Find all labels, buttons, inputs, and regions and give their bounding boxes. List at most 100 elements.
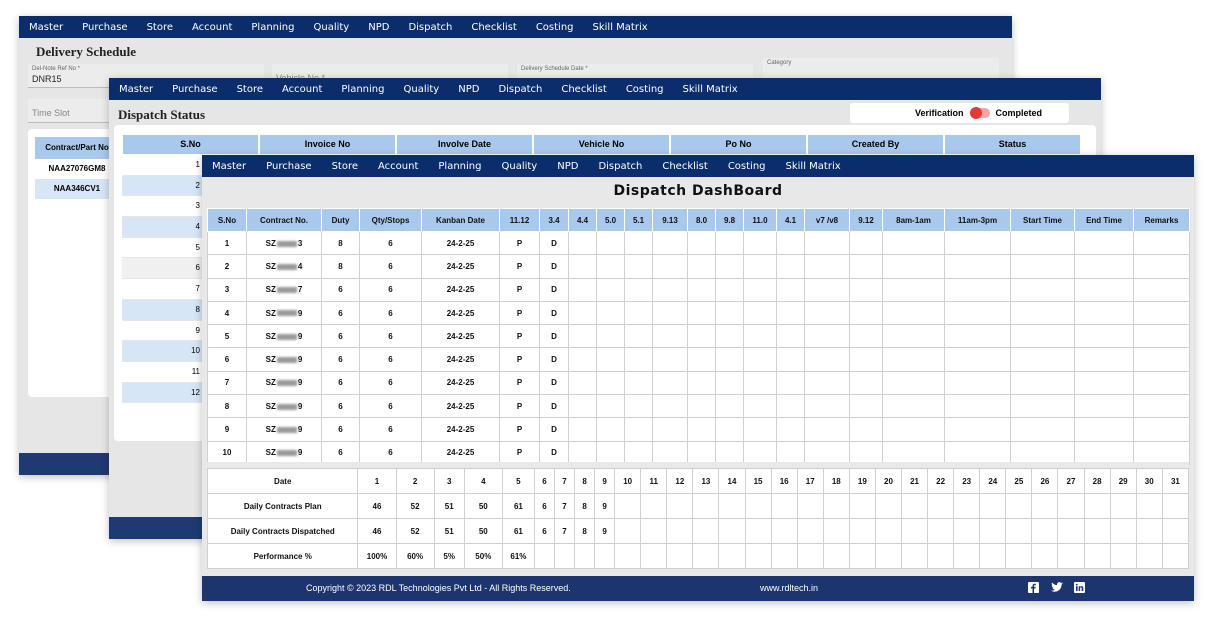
nav-planning[interactable]: Planning — [251, 22, 294, 33]
empty-cell — [715, 370, 744, 396]
empty-cell — [944, 394, 1011, 419]
table-row[interactable]: 12 — [122, 382, 208, 404]
table-row[interactable]: 8 SZ 9 6 6 24-2-25 P D — [207, 394, 1190, 419]
summary-cell — [953, 518, 981, 544]
table-row[interactable]: 8 — [122, 299, 208, 321]
summary-cell: 28 — [1083, 468, 1111, 494]
nav-purchase[interactable]: Purchase — [82, 22, 127, 33]
empty-cell — [882, 230, 945, 256]
nav-planning[interactable]: Planning — [341, 84, 384, 95]
nav-dispatch[interactable]: Dispatch — [408, 22, 452, 33]
facebook-icon[interactable] — [1028, 582, 1039, 593]
part-row[interactable]: NAA346CV1 — [35, 179, 119, 199]
summary-cell: 52 — [395, 493, 435, 519]
contract-suffix: 9 — [297, 448, 303, 458]
table-row[interactable]: 2 — [122, 175, 208, 197]
summary-cell — [770, 543, 798, 569]
website-link[interactable]: www.rdltech.in — [760, 583, 818, 593]
summary-cell — [640, 518, 668, 544]
table-row[interactable]: 3 SZ 7 6 6 24-2-25 P D — [207, 277, 1190, 302]
nav-store[interactable]: Store — [332, 161, 358, 172]
empty-cell — [776, 230, 805, 256]
empty-cell — [1010, 370, 1075, 396]
nav-skill-matrix[interactable]: Skill Matrix — [786, 161, 841, 172]
table-row[interactable]: 6 — [122, 258, 208, 280]
nav-account[interactable]: Account — [192, 22, 232, 33]
table-row[interactable]: 3 — [122, 196, 208, 218]
nav-purchase[interactable]: Purchase — [266, 161, 311, 172]
empty-cell — [743, 417, 777, 442]
table-row[interactable]: 9 — [122, 320, 208, 342]
nav-account[interactable]: Account — [378, 161, 418, 172]
linkedin-icon[interactable] — [1074, 582, 1085, 593]
copyright-text: Copyright © 2023 RDL Technologies Pvt Lt… — [306, 583, 571, 593]
nav-checklist[interactable]: Checklist — [471, 22, 516, 33]
kanban-date-cell: 24-2-25 — [421, 230, 500, 256]
summary-cell — [594, 543, 616, 569]
nav-costing[interactable]: Costing — [728, 161, 766, 172]
nav-checklist[interactable]: Checklist — [662, 161, 707, 172]
nav-master[interactable]: Master — [119, 84, 153, 95]
empty-cell — [652, 417, 688, 442]
table-row[interactable]: 1 SZ 3 8 6 24-2-25 P D — [207, 230, 1190, 256]
nav-account[interactable]: Account — [282, 84, 322, 95]
table-row[interactable]: 4 — [122, 217, 208, 238]
nav-quality[interactable]: Quality — [403, 84, 439, 95]
table-row[interactable]: 7 SZ 9 6 6 24-2-25 P D — [207, 370, 1190, 396]
summary-cell: 61 — [501, 493, 535, 519]
nav-master[interactable]: Master — [212, 161, 246, 172]
table-row[interactable]: 11 — [122, 361, 208, 383]
table-row[interactable]: 4 SZ 9 6 6 24-2-25 P D — [207, 300, 1190, 326]
table-row[interactable]: 2 SZ 4 8 6 24-2-25 P D — [207, 254, 1190, 279]
nav-costing[interactable]: Costing — [626, 84, 664, 95]
nav-dispatch[interactable]: Dispatch — [598, 161, 642, 172]
nav-npd[interactable]: NPD — [368, 22, 389, 33]
field-placeholder: Time Slot — [32, 108, 70, 118]
nav-npd[interactable]: NPD — [458, 84, 479, 95]
empty-cell — [1010, 394, 1075, 419]
redacted-mask — [276, 450, 297, 457]
summary-cell — [640, 493, 668, 519]
status-d-cell: D — [539, 440, 569, 465]
nav-skill-matrix[interactable]: Skill Matrix — [593, 22, 648, 33]
nav-quality[interactable]: Quality — [501, 161, 537, 172]
table-row[interactable]: 5 — [122, 237, 208, 259]
table-row[interactable]: 9 SZ 9 6 6 24-2-25 P D — [207, 417, 1190, 442]
empty-cell — [882, 254, 945, 279]
nav-planning[interactable]: Planning — [438, 161, 481, 172]
nav-npd[interactable]: NPD — [557, 161, 578, 172]
empty-cell — [944, 254, 1011, 279]
table-row[interactable]: 10 — [122, 341, 208, 362]
nav-dispatch[interactable]: Dispatch — [498, 84, 542, 95]
nav-skill-matrix[interactable]: Skill Matrix — [683, 84, 738, 95]
table-row[interactable]: 10 SZ 9 6 6 24-2-25 P D — [207, 440, 1190, 465]
table-row[interactable]: 5 SZ 9 6 6 24-2-25 P D — [207, 324, 1190, 349]
twitter-icon[interactable] — [1051, 582, 1063, 593]
nav-costing[interactable]: Costing — [536, 22, 574, 33]
summary-cell — [822, 518, 850, 544]
status-toggle[interactable] — [969, 107, 990, 119]
nav-quality[interactable]: Quality — [313, 22, 349, 33]
summary-cell — [900, 518, 929, 544]
nav-purchase[interactable]: Purchase — [172, 84, 217, 95]
qty-cell: 6 — [359, 254, 422, 279]
nav-master[interactable]: Master — [29, 22, 63, 33]
summary-cell — [979, 493, 1007, 519]
table-row[interactable]: 1 — [122, 155, 208, 176]
part-row[interactable]: NAA27076GM8 — [35, 159, 119, 179]
column-header: 4.4 — [568, 208, 597, 232]
nav-store[interactable]: Store — [147, 22, 173, 33]
summary-cell — [666, 493, 694, 519]
kanban-date-cell: 24-2-25 — [421, 254, 500, 279]
summary-cell — [900, 543, 929, 569]
table-row[interactable]: 7 — [122, 279, 208, 300]
nav-checklist[interactable]: Checklist — [561, 84, 606, 95]
kanban-date-cell: 24-2-25 — [421, 370, 500, 396]
table-row[interactable]: 6 SZ 9 6 6 24-2-25 P D — [207, 347, 1190, 372]
nav-store[interactable]: Store — [237, 84, 263, 95]
summary-cell — [770, 493, 798, 519]
social-icons — [1028, 582, 1085, 593]
empty-cell — [624, 394, 653, 419]
contract-prefix: SZ — [265, 238, 276, 248]
summary-cell — [1083, 543, 1111, 569]
